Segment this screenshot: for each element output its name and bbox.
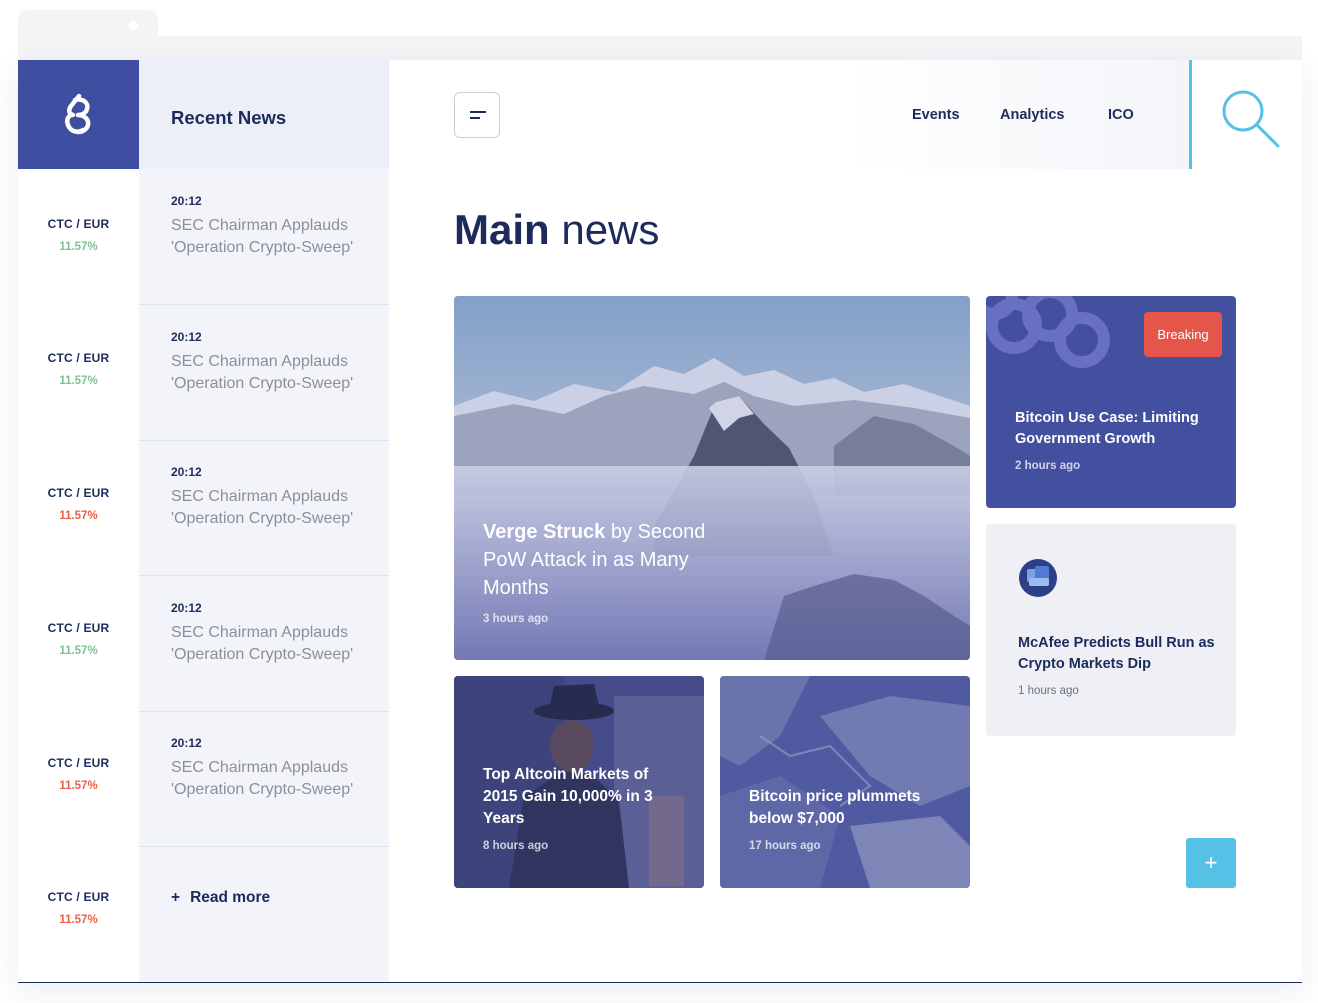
news-card-time: 17 hours ago — [749, 840, 821, 852]
breaking-title: Bitcoin Use Case: Limiting Government Gr… — [1015, 410, 1199, 447]
news-card[interactable]: Bitcoin price plummets below $7,000 17 h… — [720, 676, 970, 888]
ticker-item[interactable]: CTC / EUR 11.57% — [18, 756, 139, 792]
mountain-image — [454, 296, 970, 660]
news-card-title: Top Altcoin Markets of 2015 Gain 10,000%… — [483, 766, 653, 827]
ticker-pair: CTC / EUR — [47, 217, 110, 231]
ticker-change: 11.57% — [59, 510, 98, 522]
recent-news-item[interactable]: 20:12 SEC Chairman Applauds 'Operation C… — [139, 576, 389, 712]
recent-news-item[interactable]: 20:12 SEC Chairman Applauds 'Operation C… — [139, 305, 389, 441]
featured-time: 3 hours ago — [483, 613, 549, 625]
main-content: Events Analytics ICO Main news Verge Str… — [389, 60, 1302, 982]
nav-analytics[interactable]: Analytics — [1000, 107, 1064, 123]
recent-news-header: Recent News — [139, 60, 389, 169]
nav-events[interactable]: Events — [912, 107, 960, 123]
recent-news-title: Recent News — [171, 107, 287, 128]
ticker-item[interactable]: CTC / EUR 11.57% — [18, 351, 139, 387]
add-button[interactable]: + — [1186, 838, 1236, 888]
mcafee-avatar-icon — [1019, 559, 1057, 597]
ticker-sidebar: CTC / EUR 11.57% CTC / EUR 11.57% CTC / … — [18, 60, 139, 982]
news-card-title: Bitcoin price plummets below $7,000 — [749, 788, 921, 827]
ticker-item[interactable]: CTC / EUR 11.57% — [18, 486, 139, 522]
browser-chrome — [18, 10, 1302, 60]
plus-icon: + — [171, 889, 181, 906]
breaking-time: 2 hours ago — [1015, 460, 1081, 472]
news-time: 20:12 — [171, 330, 202, 344]
ticker-pair: CTC / EUR — [47, 621, 110, 635]
featured-title-bold: Verge Struck — [483, 521, 606, 543]
recent-news-item[interactable]: 20:12 SEC Chairman Applauds 'Operation C… — [139, 711, 389, 847]
mcafee-news-card[interactable]: McAfee Predicts Bull Run as Crypto Marke… — [986, 524, 1236, 736]
ticker-item[interactable]: CTC / EUR 11.57% — [18, 217, 139, 253]
search-icon — [1222, 90, 1280, 148]
recent-news-panel: Recent News 20:12 SEC Chairman Applauds … — [139, 60, 389, 982]
breaking-news-card[interactable]: Breaking Bitcoin Use Case: Limiting Gove… — [986, 296, 1236, 508]
plus-icon: + — [1204, 850, 1218, 875]
nav-divider — [1189, 60, 1192, 169]
news-time: 20:12 — [171, 736, 202, 750]
news-time: 20:12 — [171, 465, 202, 479]
news-headline: SEC Chairman Applauds 'Operation Crypto-… — [171, 353, 354, 392]
ticker-pair: CTC / EUR — [47, 486, 110, 500]
ticker-change: 11.57% — [59, 914, 98, 926]
search-button[interactable] — [1219, 87, 1281, 149]
brand-logo-icon — [64, 93, 90, 134]
ticker-change: 11.57% — [59, 780, 98, 792]
news-time: 20:12 — [171, 601, 202, 615]
recent-news-item[interactable]: 20:12 SEC Chairman Applauds 'Operation C… — [139, 440, 389, 576]
ticker-pair: CTC / EUR — [47, 756, 110, 770]
browser-tab[interactable] — [18, 10, 158, 60]
tab-dot-icon — [129, 21, 138, 30]
recent-news-item[interactable]: 20:12 SEC Chairman Applauds 'Operation C… — [139, 169, 389, 305]
news-time: 20:12 — [171, 194, 202, 208]
read-more-link[interactable]: + Read more — [171, 889, 270, 907]
browser-tab-bar — [18, 36, 1302, 60]
news-headline: SEC Chairman Applauds 'Operation Crypto-… — [171, 759, 354, 798]
ticker-change: 11.57% — [59, 375, 98, 387]
brand-logo[interactable] — [18, 60, 139, 169]
news-card[interactable]: Top Altcoin Markets of 2015 Gain 10,000%… — [454, 676, 704, 888]
ticker-change: 11.57% — [59, 241, 98, 253]
ticker-pair: CTC / EUR — [47, 890, 110, 904]
mcafee-title: McAfee Predicts Bull Run as Crypto Marke… — [1018, 635, 1215, 672]
page-title: Main news — [454, 206, 659, 254]
featured-title: Verge Struck by Second PoW Attack in as … — [483, 518, 743, 602]
featured-news-card[interactable]: Verge Struck by Second PoW Attack in as … — [454, 296, 970, 660]
ticker-item[interactable]: CTC / EUR 11.57% — [18, 621, 139, 657]
ticker-item[interactable]: CTC / EUR 11.57% — [18, 890, 139, 926]
news-headline: SEC Chairman Applauds 'Operation Crypto-… — [171, 217, 354, 256]
page-title-bold: Main — [454, 206, 550, 253]
ticker-pair: CTC / EUR — [47, 351, 110, 365]
nav-ico[interactable]: ICO — [1108, 107, 1134, 123]
read-more-label: Read more — [190, 889, 271, 906]
app-window: CTC / EUR 11.57% CTC / EUR 11.57% CTC / … — [18, 60, 1302, 983]
news-headline: SEC Chairman Applauds 'Operation Crypto-… — [171, 624, 354, 663]
news-headline: SEC Chairman Applauds 'Operation Crypto-… — [171, 488, 354, 527]
page-title-rest: news — [549, 206, 660, 253]
aerial-terrain-image — [720, 676, 970, 888]
mcafee-time: 1 hours ago — [1018, 685, 1079, 697]
breaking-badge: Breaking — [1144, 312, 1222, 357]
menu-button[interactable] — [454, 92, 500, 138]
ticker-change: 11.57% — [59, 645, 98, 657]
news-card-time: 8 hours ago — [483, 840, 549, 852]
